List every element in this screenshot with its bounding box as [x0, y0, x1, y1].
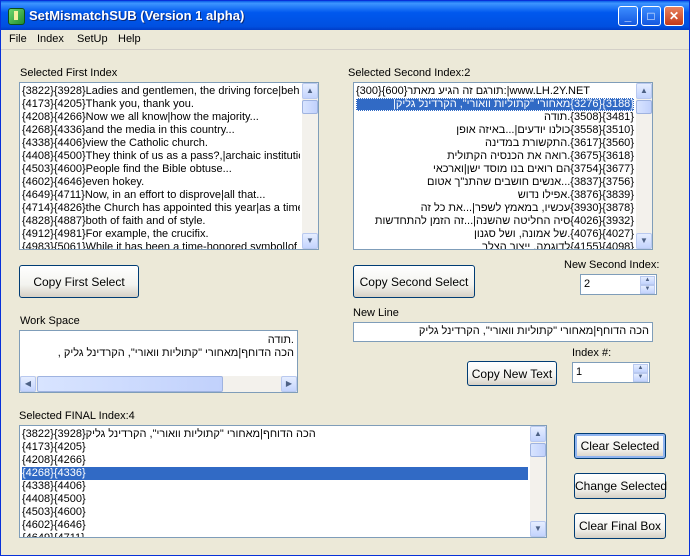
menu-file[interactable]: File [9, 33, 27, 45]
copy-new-text-button[interactable]: Copy New Text [467, 361, 557, 386]
spin-down-icon[interactable]: ▼ [633, 373, 648, 382]
list-item[interactable]: {4027}{4076}.של אמונה, ושל סגנון [356, 228, 634, 241]
index-number-label: Index #: [572, 347, 612, 359]
scroll-up-icon[interactable]: ▲ [636, 83, 652, 99]
list-item[interactable]: {4268}{4336}and the media in this countr… [22, 124, 300, 137]
copy-first-select-label: Copy First Select [33, 274, 125, 289]
app-icon [8, 8, 25, 25]
scroll-left-icon[interactable]: ◀ [20, 376, 36, 392]
list-item[interactable]: {3756}{3837}...אנשים חושבים שהתנ"ך אטום [356, 176, 634, 189]
final-list-scrollbar[interactable]: ▲ ▼ [530, 426, 546, 537]
scroll-up-icon[interactable]: ▲ [302, 83, 318, 99]
list-item[interactable]: {4649}{4711}Now, in an effort to disprov… [22, 189, 300, 202]
spin-up-icon[interactable]: ▲ [640, 276, 655, 285]
list-item[interactable]: {4098}{4155}לדוגמה, ייצור הצלב [356, 241, 634, 249]
close-button[interactable]: ✕ [664, 6, 684, 26]
list-item[interactable]: {4408}{4500} [22, 493, 528, 506]
window-title: SetMismatchSUB (Version 1 alpha) [29, 8, 245, 23]
list-item[interactable]: {3822}{3928}הכה הדוחף|מאחורי "קתוליות וו… [22, 428, 528, 441]
list-item[interactable]: {4828}{4887}both of faith and of style. [22, 215, 300, 228]
list-item[interactable]: {4503}{4600} [22, 506, 528, 519]
menu-bar: File Index SetUp Help [1, 30, 689, 50]
list-item[interactable]: {4649}{4711} [22, 532, 528, 537]
final-index-label: Selected FINAL Index:4 [19, 410, 135, 422]
work-space-hscrollbar[interactable]: ◀ ▶ [20, 376, 297, 392]
copy-new-text-label: Copy New Text [471, 366, 553, 381]
menu-setup[interactable]: SetUp [77, 33, 108, 45]
list-item[interactable]: {4208}{4266}Now we all know|how the majo… [22, 111, 300, 124]
clear-final-box-button[interactable]: Clear Final Box [574, 513, 666, 539]
new-line-label: New Line [353, 307, 399, 319]
list-item[interactable]: {4602}{4646}even hokey. [22, 176, 300, 189]
scroll-down-icon[interactable]: ▼ [636, 233, 652, 249]
scroll-thumb[interactable] [37, 376, 223, 392]
copy-second-select-label: Copy Second Select [359, 274, 469, 289]
minimize-button[interactable]: _ [618, 6, 638, 26]
spin-down-icon[interactable]: ▼ [640, 285, 655, 294]
list-item[interactable]: {4173}{4205}Thank you, thank you. [22, 98, 300, 111]
final-index-list[interactable]: {4649}{4711} {4602}{4646} {4503}{4600} {440… [19, 425, 547, 538]
work-space-label: Work Space [20, 315, 80, 327]
work-space-line-2: הכה הדוחף|מאחורי "קתוליות וואורי", הקרדי… [57, 347, 294, 359]
scroll-thumb[interactable] [530, 443, 546, 457]
list-item[interactable]: {3822}{3928}Ladies and gentlemen, the dr… [22, 85, 300, 98]
work-space-line-1: .תודה [267, 334, 294, 346]
list-item[interactable]: {3510}{3558}כולנו יודעים|...באיזה אופן [356, 124, 634, 137]
list-item[interactable]: {4912}{4981}For example, the crucifix. [22, 228, 300, 241]
list-item[interactable]: {4268}{4336} [22, 467, 528, 480]
new-second-index-label: New Second Index: [564, 259, 660, 271]
scroll-right-icon[interactable]: ▶ [281, 376, 297, 392]
change-selected-label: Change Selected [575, 479, 668, 493]
index-number-spinner[interactable]: 1 ▲ ▼ [572, 362, 650, 383]
list-item[interactable]: {300}{600}תורגם זה הגיע מאתר:|www.LH.2Y.… [356, 85, 634, 98]
list-item[interactable]: {4208}{4266} [22, 454, 528, 467]
scroll-down-icon[interactable]: ▼ [530, 521, 546, 537]
title-bar[interactable]: SetMismatchSUB (Version 1 alpha) _ □ ✕ [1, 1, 689, 30]
new-second-index-spinner[interactable]: 2 ▲ ▼ [580, 274, 657, 295]
copy-second-select-button[interactable]: Copy Second Select [353, 265, 475, 298]
list-item[interactable]: {3839}{3876}.אפילו נדוש [356, 189, 634, 202]
list-item[interactable]: {4602}{4646} [22, 519, 528, 532]
work-space-textarea[interactable]: .תודה הכה הדוחף|מאחורי "קתוליות וואורי",… [19, 330, 298, 393]
maximize-button[interactable]: □ [641, 6, 661, 26]
list-item[interactable]: {4338}{4406} [22, 480, 528, 493]
first-list-scrollbar[interactable]: ▲ ▼ [302, 83, 318, 249]
list-item[interactable]: {3618}{3675}.רואה את הכנסיה הקתולית [356, 150, 634, 163]
list-item[interactable]: {4503}{4600}People find the Bible obtuse… [22, 163, 300, 176]
list-item[interactable]: {3560}{3617}.התקשורת במדינה [356, 137, 634, 150]
list-item[interactable]: {3932}{4026}סיה החליטה שהשנה|...זה הזמן … [356, 215, 634, 228]
new-second-index-value: 2 [584, 278, 591, 290]
copy-first-select-button[interactable]: Copy First Select [19, 265, 139, 298]
clear-selected-button[interactable]: Clear Selected [574, 433, 666, 459]
first-index-list[interactable]: {4983}{5061}While it has been a time-hon… [19, 82, 319, 250]
list-item[interactable]: {4408}{4500}They think of us as a pass?,… [22, 150, 300, 163]
list-item[interactable]: {3481}{3508}.תודה [356, 111, 634, 124]
list-item[interactable]: {3677}{3754}הם רואים בנו מוסד ישן|וארכאי [356, 163, 634, 176]
clear-final-box-label: Clear Final Box [578, 519, 662, 533]
second-list-scrollbar[interactable]: ▲ ▼ [636, 83, 652, 249]
change-selected-button[interactable]: Change Selected [574, 473, 668, 499]
new-line-input[interactable]: הכה הדוחף|מאחורי "קתוליות וואורי", הקרדי… [353, 322, 653, 342]
scroll-thumb[interactable] [302, 100, 318, 114]
spin-up-icon[interactable]: ▲ [633, 364, 648, 373]
list-item[interactable]: {3188}{3276}מאחורי "קתוליות וואורי", הקר… [356, 98, 634, 111]
menu-index[interactable]: Index [37, 33, 64, 45]
scroll-up-icon[interactable]: ▲ [530, 426, 546, 442]
list-item[interactable]: {4714}{4826}the Church has appointed thi… [22, 202, 300, 215]
clear-selected-label: Clear Selected [580, 439, 660, 453]
first-index-label: Selected First Index [20, 67, 118, 79]
index-number-value: 1 [576, 366, 583, 378]
list-item[interactable]: {4173}{4205} [22, 441, 528, 454]
scroll-thumb[interactable] [636, 100, 652, 114]
list-item[interactable]: {3878}{3930}עכשיו, במאמץ לשפר|...את כל ז… [356, 202, 634, 215]
main-window: SetMismatchSUB (Version 1 alpha) _ □ ✕ F… [0, 0, 690, 556]
menu-help[interactable]: Help [118, 33, 141, 45]
second-index-label: Selected Second Index:2 [348, 67, 471, 79]
list-item[interactable]: {4338}{4406}view the Catholic church. [22, 137, 300, 150]
second-index-list[interactable]: {4098}{4155}לדוגמה, ייצור הצלב {4027}{407… [353, 82, 653, 250]
list-item[interactable]: {4983}{5061}While it has been a time-hon… [22, 241, 300, 249]
scroll-down-icon[interactable]: ▼ [302, 233, 318, 249]
